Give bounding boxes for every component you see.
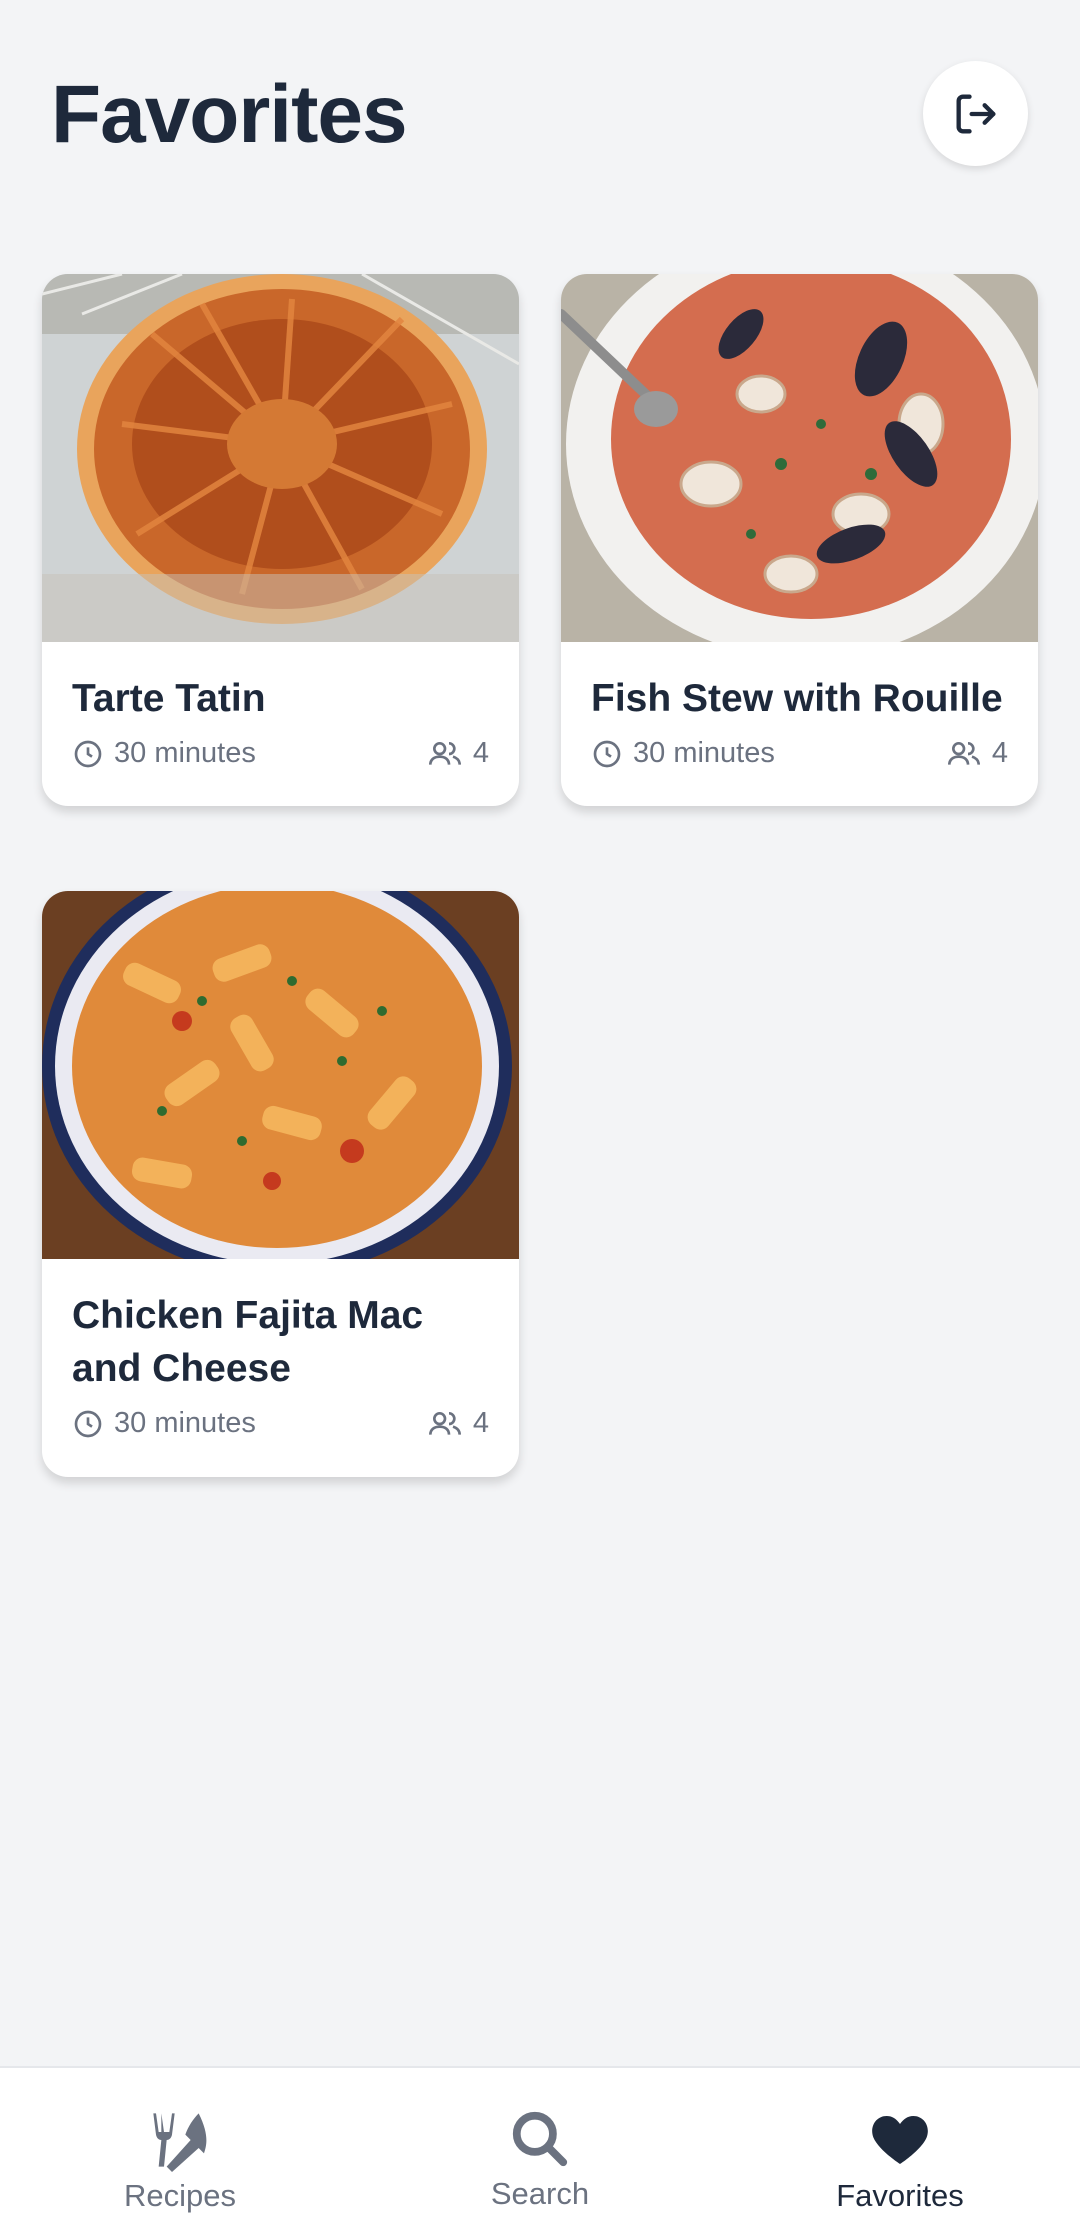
nav-item-favorites[interactable]: Favorites [720, 2068, 1080, 2230]
recipe-title: Fish Stew with Rouille [591, 677, 1003, 720]
recipe-servings: 4 [991, 737, 1008, 769]
bottom-nav: Recipes Search Favorites [0, 2066, 1080, 2230]
recipe-servings: 4 [472, 1407, 489, 1439]
tarte-tatin-photo [42, 274, 519, 642]
recipe-title: Tarte Tatin [72, 677, 266, 720]
recipe-servings: 4 [472, 737, 489, 769]
nav-item-search[interactable]: Search [360, 2068, 720, 2230]
nav-label-recipes: Recipes [124, 2178, 236, 2213]
users-icon [428, 741, 461, 765]
logout-icon [956, 94, 995, 133]
clock-icon [74, 1410, 102, 1437]
clock-icon [593, 740, 621, 767]
logout-button[interactable] [923, 61, 1028, 166]
page-title: Favorites [51, 69, 408, 160]
recipe-title: Chicken Fajita Mac and Cheese [72, 1294, 424, 1390]
users-icon [947, 741, 980, 765]
fish-stew-photo [561, 274, 1038, 642]
nav-item-recipes[interactable]: Recipes [0, 2068, 360, 2230]
pasta-photo [42, 891, 519, 1259]
recipe-card[interactable]: Chicken Fajita Mac and Cheese 30 minutes… [42, 891, 519, 1477]
recipe-time: 30 minutes [633, 737, 775, 769]
recipe-time: 30 minutes [114, 737, 256, 769]
search-icon [512, 2111, 568, 2167]
recipe-card[interactable]: Tarte Tatin 30 minutes 4 [42, 274, 519, 806]
nav-label-search: Search [490, 2176, 590, 2211]
users-icon [428, 1411, 461, 1435]
heart-icon [872, 2116, 928, 2164]
clock-icon [74, 740, 102, 767]
recipe-time: 30 minutes [114, 1407, 256, 1439]
utensils-icon [153, 2113, 207, 2172]
nav-label-favorites: Favorites [836, 2178, 964, 2213]
recipe-card[interactable]: Fish Stew with Rouille 30 minutes 4 [561, 274, 1038, 806]
